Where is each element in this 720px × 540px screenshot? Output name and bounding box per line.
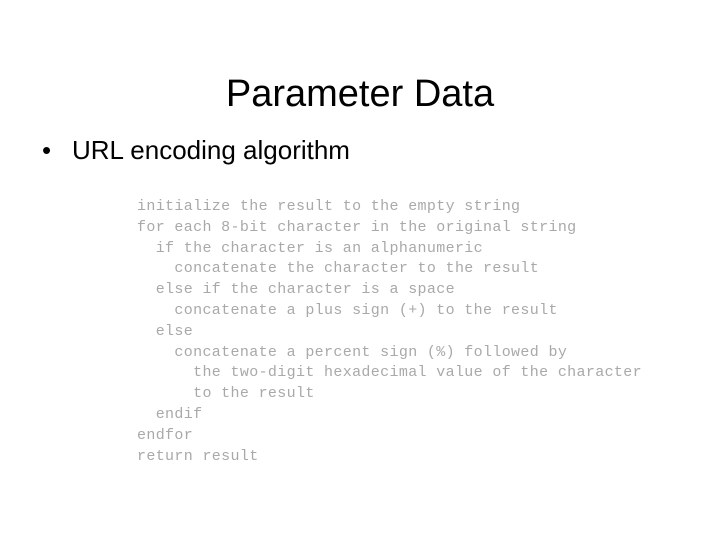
page-title: Parameter Data: [225, 73, 495, 116]
code-line: else if the character is a space: [137, 281, 455, 299]
bullet-marker-icon: •: [42, 135, 52, 165]
code-line: concatenate a plus sign (+) to the resul…: [137, 301, 558, 319]
code-line: return result: [137, 447, 259, 465]
pseudocode-block: initialize the result to the empty strin…: [137, 197, 642, 467]
code-line: concatenate a percent sign (%) followed …: [137, 343, 568, 361]
list-item: • URL encoding algorithm: [36, 133, 696, 167]
bullet-item-label: URL encoding algorithm: [72, 135, 350, 165]
slide: Parameter Data • URL encoding algorithm …: [0, 0, 720, 540]
code-line: the two-digit hexadecimal value of the c…: [137, 364, 642, 382]
code-line: for each 8-bit character in the original…: [137, 218, 577, 236]
bullet-list: • URL encoding algorithm: [36, 133, 696, 167]
code-line: if the character is an alphanumeric: [137, 239, 484, 257]
code-line: initialize the result to the empty strin…: [137, 198, 521, 215]
code-line: concatenate the character to the result: [137, 260, 540, 278]
code-line: to the result: [137, 385, 315, 403]
code-line: endfor: [137, 426, 194, 444]
code-line: endif: [137, 405, 203, 423]
code-line: else: [137, 322, 194, 340]
